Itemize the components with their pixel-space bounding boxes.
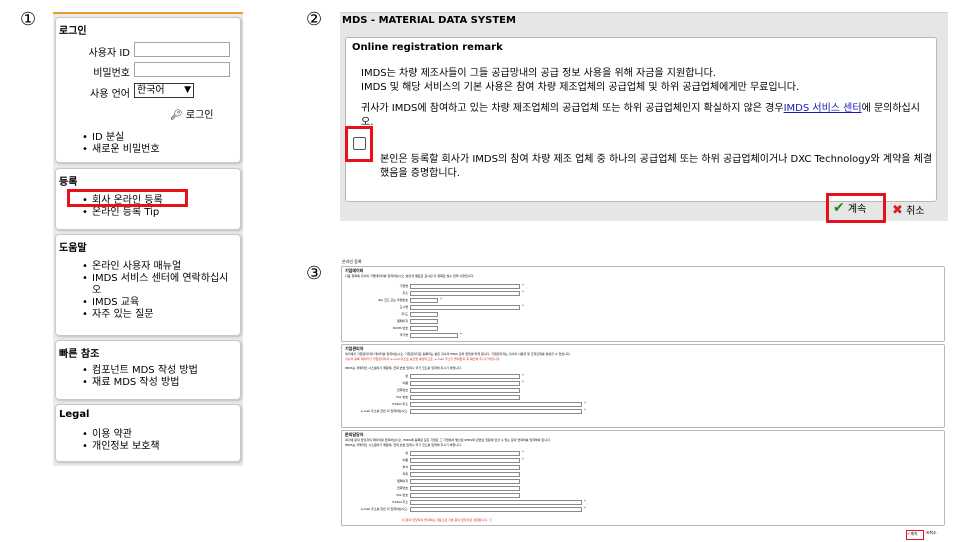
- language-row: 사용 언어 한국어 ▼: [58, 83, 238, 100]
- link-imds-training[interactable]: • IMDS 교육: [56, 297, 240, 309]
- help-box: 도움말 • 온라인 사용자 매뉴얼 • IMDS 서비스 센터에 연락하십시오 • I…: [55, 234, 241, 336]
- contact-person-section: 문의담당자 여기에 문의 담당자의 데이터를 입력하십시오. IMDS에 등록된…: [341, 430, 945, 526]
- quick-reference-box: 빠른 참조 • 컴포넌트 MDS 작성 방법 • 재료 MDS 작성 방법: [55, 340, 241, 400]
- login-title: 로그인: [59, 26, 87, 37]
- link-user-manual[interactable]: • 온라인 사용자 매뉴얼: [56, 261, 240, 273]
- company-admin-desc: 여기에서 기업관리자의 데이터를 입력하십시오. 기업관리자로 등록되는 분은 …: [345, 352, 571, 356]
- remark-box-title: Online registration remark: [352, 42, 503, 53]
- legal-title: Legal: [59, 409, 90, 420]
- registration-title: 등록: [59, 177, 78, 188]
- highlight-consent-checkbox: [345, 126, 373, 162]
- link-new-password[interactable]: • 새로운 비밀번호: [56, 144, 240, 156]
- login-links: • ID 분실 • 새로운 비밀번호: [56, 132, 240, 156]
- quick-reference-links: • 컴포넌트 MDS 작성 방법 • 재료 MDS 작성 방법: [56, 365, 240, 389]
- contact-person-desc: 여기에 문의 담당자의 데이터를 입력하십시오. IMDS에 등록된 모든 기업…: [345, 438, 551, 442]
- step-number-3: ③: [306, 263, 323, 284]
- company-admin-warning: 귀사의 등록 데이터가 기업관리자의 e-mail 주소로 승인될 예정이므로,…: [345, 357, 501, 361]
- system-title: MDS - MATERIAL DATA SYSTEM: [342, 15, 516, 26]
- consent-checkbox[interactable]: [353, 137, 366, 150]
- registration-form-panel: 온라인 등록 기업데이터 다음 항목에 귀사의 기업데이터를 입력하십시오. 본…: [340, 258, 948, 542]
- company-data-section: 기업데이터 다음 항목에 귀사의 기업데이터를 입력하십시오. 본인의 별표로 …: [341, 266, 945, 342]
- legal-links: • 이용 약관 • 개인정보 보호책: [56, 429, 240, 453]
- link-faq[interactable]: • 자주 있는 질문: [56, 309, 240, 321]
- quick-reference-title: 빠른 참조: [59, 349, 100, 360]
- close-icon: ✖: [892, 203, 903, 218]
- link-terms-of-use[interactable]: • 이용 약관: [56, 429, 240, 441]
- remark-box: Online registration remark IMDS는 차량 제조사들…: [345, 37, 937, 202]
- link-component-mds[interactable]: • 컴포넌트 MDS 작성 방법: [56, 365, 240, 377]
- form-title: 온라인 등록: [342, 259, 362, 264]
- login-button-label: 로그인: [185, 110, 214, 121]
- consent-text: 본인은 등록할 회사가 IMDS의 참여 차량 제조 업체 중 하나의 공급업체…: [380, 154, 933, 179]
- password-row: 비밀번호: [58, 62, 238, 79]
- form-continue-button[interactable]: ✔계속: [906, 530, 924, 540]
- remark-para2: 귀사가 IMDS에 참여하고 있는 차량 제조업체의 공급업체 또는 하위 공급…: [361, 103, 920, 128]
- legal-box: Legal • 이용 약관 • 개인정보 보호책: [55, 404, 241, 462]
- highlight-continue-button: ✔ 계속: [826, 193, 886, 223]
- login-button[interactable]: 🔑︎ 로그인: [170, 106, 214, 121]
- company-admin-section: 기업관리자 여기에서 기업관리자의 데이터를 입력하십시오. 기업관리자로 등록…: [341, 344, 945, 428]
- continue-button-label: 계속: [847, 204, 867, 215]
- link-privacy-policy[interactable]: • 개인정보 보호책: [56, 441, 240, 453]
- user-id-row: 사용자 ID: [58, 42, 238, 59]
- language-selected-value: 한국어: [137, 85, 165, 96]
- help-title: 도움말: [59, 243, 87, 254]
- navigation-panel: 로그인 사용자 ID 비밀번호 사용 언어 한국어 ▼ 🔑︎ 로그인 • ID 분…: [53, 12, 243, 466]
- user-id-input[interactable]: [134, 42, 230, 57]
- contact-person-desc2: IMDS는 국제적인 시스템이기 때문에, 전화 번호 입력시 국가 코드를 입…: [345, 443, 462, 447]
- highlight-company-registration: [67, 189, 188, 207]
- form-cancel-button[interactable]: ✖취소: [926, 530, 937, 540]
- company-admin-desc2: IMDS는 국제적인 시스템이기 때문에, 전화 번호 입력시 국가 코드를 입…: [345, 366, 462, 370]
- language-select[interactable]: 한국어 ▼: [134, 83, 194, 98]
- registration-remark-panel: MDS - MATERIAL DATA SYSTEM Online regist…: [340, 12, 948, 223]
- help-icon[interactable]: ⓘ: [489, 518, 492, 522]
- checkmark-icon: ✔: [833, 200, 845, 216]
- password-input[interactable]: [134, 62, 230, 77]
- chevron-down-icon: ▼: [184, 85, 191, 95]
- company-data-desc: 다음 항목에 귀사의 기업데이터를 입력하십시오. 본인의 별표로 표시된 각 …: [345, 274, 475, 278]
- contact-note: 이 문의 담당자의 연락처는 자동으로 기본 문의 담당자로 설정됩니다. ⓘ: [402, 518, 492, 522]
- link-material-mds[interactable]: • 재료 MDS 작성 방법: [56, 377, 240, 389]
- step-number-1: ①: [20, 9, 37, 30]
- service-center-link[interactable]: IMDS 서비스 센터: [784, 103, 862, 114]
- link-lost-id[interactable]: • ID 분실: [56, 132, 240, 144]
- key-icon: 🔑︎: [170, 110, 183, 121]
- cancel-button-label: 취소: [906, 206, 925, 217]
- language-label: 사용 언어: [90, 89, 130, 100]
- continue-button[interactable]: ✔ 계속: [833, 200, 866, 216]
- help-links: • 온라인 사용자 매뉴얼 • IMDS 서비스 센터에 연락하십시오 • IMDS …: [56, 261, 240, 321]
- remark-para1: IMDS는 차량 제조사들이 그들 공급망내의 공급 정보 사용을 위해 자금을…: [361, 68, 800, 93]
- login-box: 로그인 사용자 ID 비밀번호 사용 언어 한국어 ▼ 🔑︎ 로그인 • ID 분…: [55, 17, 241, 163]
- link-contact-service-center[interactable]: • IMDS 서비스 센터에 연락하십시오: [56, 273, 240, 297]
- link-registration-tip[interactable]: • 온라인 등록 Tip: [56, 207, 240, 219]
- cancel-button[interactable]: ✖ 취소: [892, 202, 925, 218]
- accent-line: [53, 12, 243, 14]
- step-number-2: ②: [306, 9, 323, 30]
- user-id-label: 사용자 ID: [88, 48, 130, 59]
- password-label: 비밀번호: [93, 68, 130, 79]
